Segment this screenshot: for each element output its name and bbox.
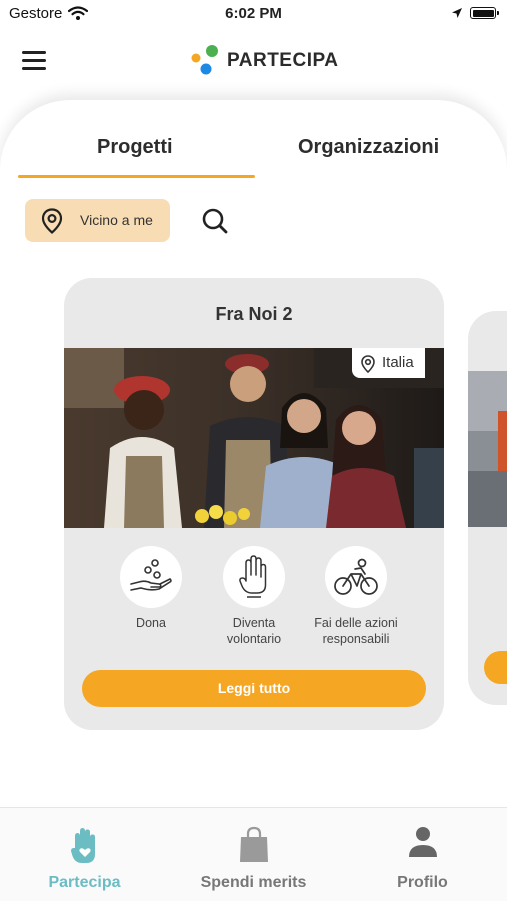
nav-spendi-merits[interactable]: Spendi merits — [169, 808, 338, 901]
responsible-actions-button[interactable] — [325, 546, 387, 608]
logo-text: PARTECIPA — [227, 50, 339, 71]
top-header: PARTECIPA — [0, 28, 507, 100]
logo-dots-icon — [191, 45, 218, 75]
nav-profilo-label: Profilo — [397, 874, 448, 891]
near-me-filter[interactable]: Vicino a me — [25, 199, 170, 242]
main-content: Progetti Organizzazioni Vicino a me Fra … — [0, 100, 507, 820]
nav-partecipa[interactable]: Partecipa — [0, 808, 169, 901]
project-title: Fra Noi 2 — [215, 304, 293, 324]
active-tab-indicator — [18, 175, 255, 178]
user-icon — [408, 827, 437, 857]
nav-partecipa-label: Partecipa — [48, 874, 121, 891]
next-card-button[interactable] — [484, 651, 507, 684]
project-card[interactable]: Fra Noi 2 Italia Dona Diventa volontario… — [64, 278, 444, 730]
volunteer-button[interactable] — [223, 546, 285, 608]
tab-progetti[interactable]: Progetti — [97, 136, 173, 159]
shopping-bag-icon — [239, 826, 268, 862]
content-sheet: Progetti Organizzazioni Vicino a me Fra … — [0, 100, 507, 820]
search-icon[interactable] — [200, 206, 230, 236]
raised-hand-icon — [239, 555, 267, 598]
near-me-label: Vicino a me — [80, 212, 153, 228]
location-arrow-icon — [452, 8, 462, 18]
location-badge: Italia — [352, 348, 425, 378]
map-pin-icon — [41, 208, 63, 234]
donate-hand-icon — [130, 559, 172, 591]
status-time: 6:02 PM — [225, 5, 282, 22]
nav-spendi-merits-label: Spendi merits — [200, 874, 307, 891]
next-project-card[interactable] — [468, 311, 507, 705]
action-volontario-label: Diventa volontario — [226, 616, 282, 646]
location-label: Italia — [382, 354, 414, 371]
action-dona-label: Dona — [136, 616, 166, 630]
next-project-photo — [468, 371, 507, 527]
hamburger-icon[interactable] — [22, 51, 48, 71]
map-pin-icon — [361, 355, 375, 373]
cyclist-icon — [334, 558, 378, 595]
status-bar: Gestore 6:02 PM — [0, 0, 507, 28]
read-more-button[interactable]: Leggi tutto — [82, 670, 426, 707]
hand-heart-icon — [70, 828, 95, 863]
action-volontario[interactable]: Diventa volontario — [204, 546, 304, 647]
bottom-navigation: Partecipa Spendi merits Profilo — [0, 807, 507, 901]
donate-button[interactable] — [120, 546, 182, 608]
action-azioni-label: Fai delle azioni responsabili — [314, 616, 398, 646]
action-dona[interactable]: Dona — [101, 546, 201, 631]
battery-icon — [470, 7, 499, 19]
action-azioni-responsabili[interactable]: Fai delle azioni responsabili — [306, 546, 406, 647]
tab-organizzazioni[interactable]: Organizzazioni — [298, 136, 439, 159]
nav-profilo[interactable]: Profilo — [338, 808, 507, 901]
